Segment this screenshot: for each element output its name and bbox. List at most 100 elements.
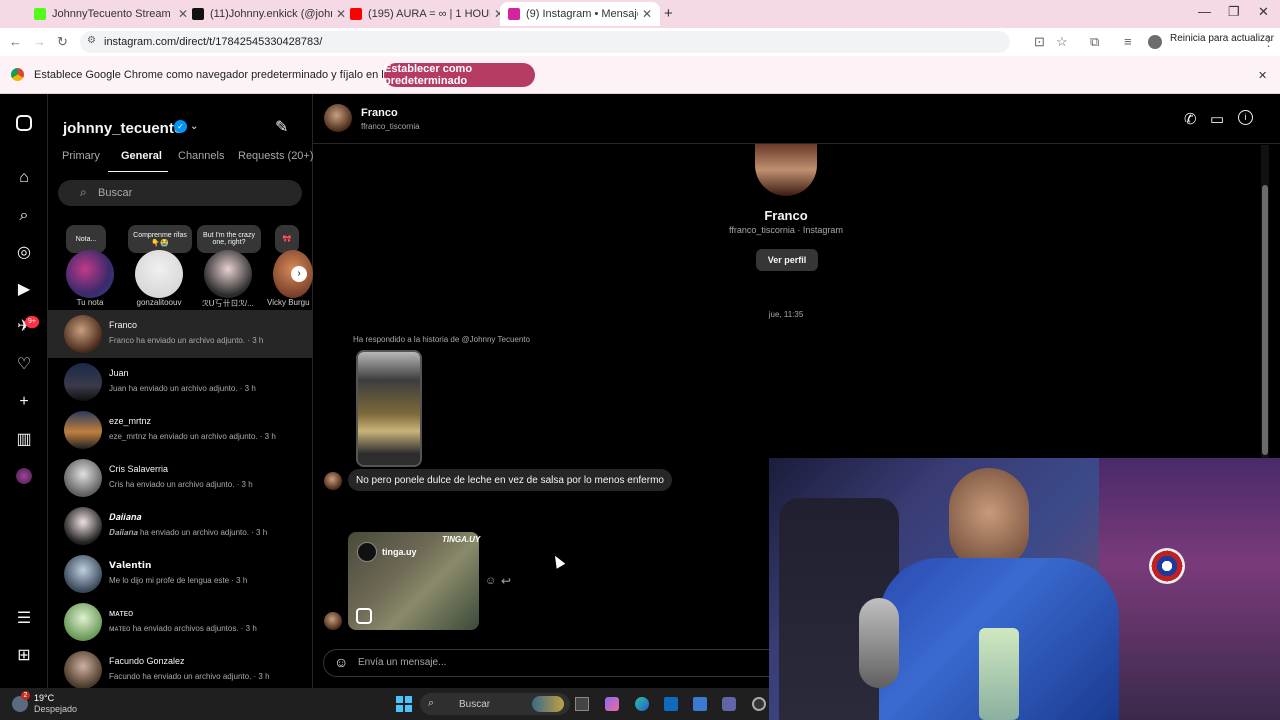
url-text: instagram.com/direct/t/17842545330428783… (104, 36, 323, 48)
profile-avatar[interactable] (1148, 35, 1162, 49)
account-username[interactable]: johnny_tecuento (63, 120, 183, 137)
conversation-name: 𝑫𝒂𝒊𝒊𝒂𝒏𝒂 (109, 512, 142, 522)
dashboard-icon[interactable]: ▥ (14, 430, 34, 450)
chrome-taskbar-icon[interactable] (752, 697, 766, 711)
bookmark-star-icon[interactable]: ☆ (1056, 34, 1068, 50)
chevron-right-icon[interactable]: › (291, 266, 307, 282)
avatar (64, 411, 102, 449)
avatar (64, 603, 102, 641)
story-reply-label: Ha respondido a la historia de @Johnny T… (353, 335, 530, 344)
avatar[interactable] (324, 104, 352, 132)
browser-tab-2[interactable]: (11)Johnny.enkick (@johnny.en ✕ (184, 2, 354, 26)
avatar (64, 459, 102, 497)
browser-tab-1[interactable]: JohnnyTecuento Stream - Watc ✕ (26, 2, 196, 26)
avatar[interactable] (66, 250, 114, 298)
search-icon: ⌕ (428, 697, 435, 709)
view-profile-button[interactable]: Ver perfil (756, 249, 818, 271)
address-bar[interactable]: ⚙ instagram.com/direct/t/178425453304287… (80, 31, 1010, 53)
restart-to-update-button[interactable]: Reinicia para actualizar (1170, 33, 1274, 51)
tab-channels[interactable]: Channels (178, 150, 224, 162)
taskbar-search-label: Buscar (459, 698, 491, 710)
dismiss-infobar-icon[interactable]: ✕ (1258, 69, 1267, 82)
avatar[interactable] (204, 250, 252, 298)
note-bubble[interactable]: 🎀 (275, 225, 299, 253)
reel-watermark: TINGA.UY (442, 535, 481, 544)
video-call-icon[interactable]: ▭ (1210, 110, 1224, 128)
threads-icon[interactable]: ⊞ (14, 646, 34, 666)
reels-icon[interactable]: ▶ (14, 280, 34, 300)
story-thumbnail[interactable] (356, 350, 422, 467)
instagram-logo-icon[interactable] (16, 115, 32, 131)
scrollbar-thumb[interactable] (1262, 185, 1268, 455)
conversation-name: 𝗩𝗮𝗹𝗲𝗻𝘁𝗶𝗻 (109, 560, 152, 570)
avatar (324, 612, 342, 630)
heart-icon[interactable]: ♡ (14, 355, 34, 375)
new-tab-icon[interactable]: + (664, 5, 673, 22)
conversation-preview: Juan ha enviado un archivo adjunto. · 3 … (109, 384, 256, 393)
windows-taskbar (0, 688, 769, 720)
search-input[interactable]: ⌕ Buscar (58, 180, 302, 206)
note-bubble[interactable]: Comprenme rifas 👇😭 (128, 225, 192, 253)
chrome-logo-icon (11, 68, 24, 81)
outlook-icon[interactable] (664, 697, 678, 711)
browser-tab-4-active[interactable]: (9) Instagram • Mensajes ✕ (500, 2, 660, 26)
tab-requests[interactable]: Requests (20+) (238, 150, 314, 162)
tab-general[interactable]: General (121, 150, 162, 162)
maximize-icon[interactable]: ❐ (1228, 4, 1240, 20)
home-icon[interactable]: ⌂ (14, 168, 34, 188)
search-icon[interactable]: ⌕ (14, 206, 34, 226)
shield-decoration (1149, 548, 1185, 584)
windows-start-icon[interactable] (396, 696, 412, 712)
conversation-name: Juan (109, 368, 129, 378)
phone-icon[interactable]: ✆ (1184, 110, 1197, 128)
tab-primary[interactable]: Primary (62, 150, 100, 162)
avatar[interactable] (135, 250, 183, 298)
emoji-picker-icon[interactable]: ☺ (334, 654, 348, 670)
tab-title: (195) AURA = ∞ | 1 HOUR VIR (368, 8, 490, 20)
teams-icon[interactable] (722, 697, 736, 711)
minimize-icon[interactable]: — (1198, 4, 1211, 19)
reply-icon[interactable]: ↩ (501, 574, 511, 588)
menu-kebab-icon[interactable]: ⋮ (1262, 34, 1275, 50)
media-icon[interactable]: ≡ (1124, 34, 1132, 49)
close-icon[interactable]: ✕ (642, 7, 652, 21)
note-bubble[interactable]: Nota... (66, 225, 106, 253)
note-bubble[interactable]: But I'm the crazy one, right? (197, 225, 261, 253)
browser-tab-3[interactable]: (195) AURA = ∞ | 1 HOUR VIR ✕ (342, 2, 512, 26)
react-emoji-icon[interactable]: ☺ (485, 575, 496, 587)
chevron-down-icon[interactable]: ⌄ (190, 121, 198, 132)
chat-contact-name[interactable]: Franco (361, 107, 398, 119)
chat-header (313, 94, 1280, 144)
copilot-icon[interactable] (605, 697, 619, 711)
task-view-icon[interactable] (575, 697, 589, 711)
profile-icon[interactable] (16, 468, 32, 484)
site-info-icon[interactable]: ⚙ (87, 35, 96, 46)
tab-title: (11)Johnny.enkick (@johnny.en (210, 8, 332, 20)
set-default-button[interactable]: Establecer como predeterminado (384, 63, 535, 87)
message-bubble[interactable]: No pero ponele dulce de leche en vez de … (348, 469, 672, 491)
weather-condition: Despejado (34, 704, 78, 714)
tab-title: JohnnyTecuento Stream - Watc (52, 8, 174, 20)
more-menu-icon[interactable]: ☰ (14, 609, 34, 629)
compose-icon[interactable]: ✎ (275, 117, 288, 137)
extensions-icon[interactable]: ⧉ (1090, 34, 1099, 50)
explore-icon[interactable]: ◎ (14, 243, 34, 263)
forward-icon[interactable]: → (33, 34, 46, 49)
widget-icon[interactable] (532, 696, 564, 712)
note-name: Vicky Burgu (267, 298, 310, 307)
store-icon[interactable] (693, 697, 707, 711)
close-window-icon[interactable]: ✕ (1258, 4, 1269, 20)
back-icon[interactable]: ← (9, 34, 22, 49)
reload-icon[interactable]: ↻ (57, 34, 68, 50)
verified-badge-icon: ✓ (174, 120, 187, 133)
weather-temperature: 19°C (34, 693, 55, 703)
edge-icon[interactable] (635, 697, 649, 711)
install-app-icon[interactable]: ⊡ (1034, 34, 1045, 50)
avatar (64, 651, 102, 689)
info-icon[interactable]: i (1238, 110, 1253, 125)
note-name: Tu nota (76, 298, 104, 307)
create-icon[interactable]: + (14, 392, 34, 412)
reel-account-name[interactable]: tinga.uy (382, 547, 417, 557)
conversation-preview: Me lo dijo mi profe de lengua este · 3 h (109, 576, 248, 585)
reels-icon (356, 608, 372, 624)
